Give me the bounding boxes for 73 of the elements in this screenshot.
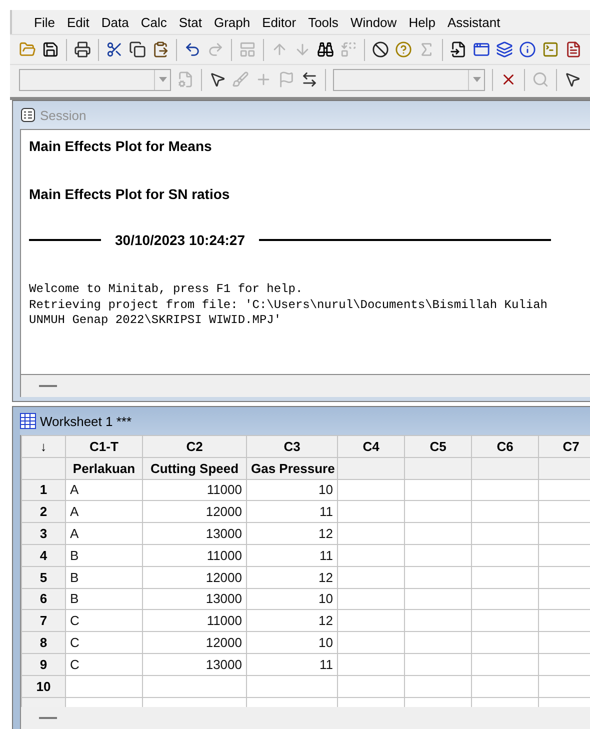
- table-cell[interactable]: 12: [246, 566, 338, 588]
- row-number[interactable]: 7: [22, 610, 66, 632]
- table-cell[interactable]: 12000: [142, 566, 246, 588]
- splitter-handle[interactable]: [39, 385, 57, 387]
- menu-item[interactable]: Assistant: [441, 14, 506, 30]
- table-cell[interactable]: 10: [246, 588, 338, 610]
- session-message: Welcome to Minitab, press F1 for help.: [29, 282, 304, 298]
- session-message: Retrieving project from file: 'C:\Users\nurul\Documents\Bismillah Kuliah UNMUH Genap 2022\SKRIPSI WIWID.MPJ': [29, 298, 548, 328]
- table-cell[interactable]: 11000: [142, 479, 246, 501]
- table-cell[interactable]: 11000: [142, 544, 246, 566]
- column-name[interactable]: Perlakuan: [66, 457, 142, 480]
- table-cell[interactable]: 12: [246, 522, 338, 544]
- output-heading: Main Effects Plot for SN ratios: [29, 186, 231, 202]
- table-cell[interactable]: 11: [246, 653, 338, 676]
- table-cell[interactable]: 12: [246, 610, 338, 632]
- menu-item[interactable]: Window: [344, 14, 403, 30]
- caret-icon: [158, 77, 166, 82]
- row-number[interactable]: 8: [22, 632, 66, 654]
- menu-item[interactable]: File: [28, 14, 61, 30]
- table-cell[interactable]: 13000: [142, 522, 246, 544]
- menu-item[interactable]: Edit: [60, 14, 96, 30]
- menu-item[interactable]: Data: [95, 14, 135, 30]
- table-cell[interactable]: 12000: [142, 500, 246, 523]
- column-id[interactable]: C1-T: [66, 436, 142, 458]
- menu-item[interactable]: Stat: [172, 14, 208, 30]
- table-cell[interactable]: C: [66, 610, 142, 632]
- output-heading: Main Effects Plot for Means: [29, 138, 213, 154]
- row-number[interactable]: 10: [22, 675, 66, 698]
- worksheet-icon: [20, 413, 36, 429]
- column-id[interactable]: C6: [472, 436, 538, 458]
- table-cell[interactable]: A: [66, 500, 142, 523]
- row-number[interactable]: 6: [22, 588, 66, 610]
- table-cell[interactable]: B: [66, 588, 142, 610]
- table-cell[interactable]: A: [66, 522, 142, 544]
- menu-item[interactable]: Tools: [302, 14, 344, 30]
- table-cell[interactable]: B: [66, 544, 142, 566]
- row-number[interactable]: 5: [22, 566, 66, 588]
- window-title: Session: [40, 108, 86, 122]
- column-id[interactable]: C3: [246, 436, 338, 458]
- column-name[interactable]: Gas Pressure: [246, 457, 338, 480]
- row-number[interactable]: 4: [22, 544, 66, 566]
- column-name[interactable]: Cutting Speed: [142, 457, 246, 480]
- table-cell[interactable]: 10: [246, 632, 338, 654]
- caret-icon: [472, 77, 480, 82]
- table-cell[interactable]: 12000: [142, 632, 246, 654]
- table-cell[interactable]: 13000: [142, 653, 246, 676]
- window-title: Worksheet 1 ***: [40, 414, 132, 428]
- column-id[interactable]: C2: [142, 436, 246, 458]
- table-cell[interactable]: 10: [246, 479, 338, 501]
- splitter-handle[interactable]: [39, 717, 57, 719]
- menu-item[interactable]: Editor: [256, 14, 302, 30]
- data-direction-toggle[interactable]: ↓: [22, 436, 66, 458]
- row-number[interactable]: 2: [22, 500, 66, 523]
- table-cell[interactable]: B: [66, 566, 142, 588]
- row-number[interactable]: 9: [22, 653, 66, 676]
- column-id[interactable]: C4: [338, 436, 404, 458]
- menu-item[interactable]: Calc: [134, 14, 173, 30]
- column-id[interactable]: C7: [538, 436, 590, 458]
- table-cell[interactable]: 11000: [142, 610, 246, 632]
- column-id[interactable]: C5: [404, 436, 472, 458]
- menu-item[interactable]: Help: [402, 14, 442, 30]
- timestamp: 30/10/2023 10:24:27: [115, 232, 245, 248]
- table-cell[interactable]: 11: [246, 544, 338, 566]
- table-cell[interactable]: A: [66, 479, 142, 501]
- rule-line: [29, 239, 101, 241]
- table-cell[interactable]: C: [66, 632, 142, 654]
- session-icon: [20, 107, 36, 123]
- row-number[interactable]: 3: [22, 522, 66, 544]
- table-cell[interactable]: C: [66, 653, 142, 676]
- table-cell[interactable]: 13000: [142, 588, 246, 610]
- table-cell[interactable]: 11: [246, 500, 338, 523]
- menu-item[interactable]: Graph: [208, 14, 256, 30]
- row-number[interactable]: 1: [22, 479, 66, 501]
